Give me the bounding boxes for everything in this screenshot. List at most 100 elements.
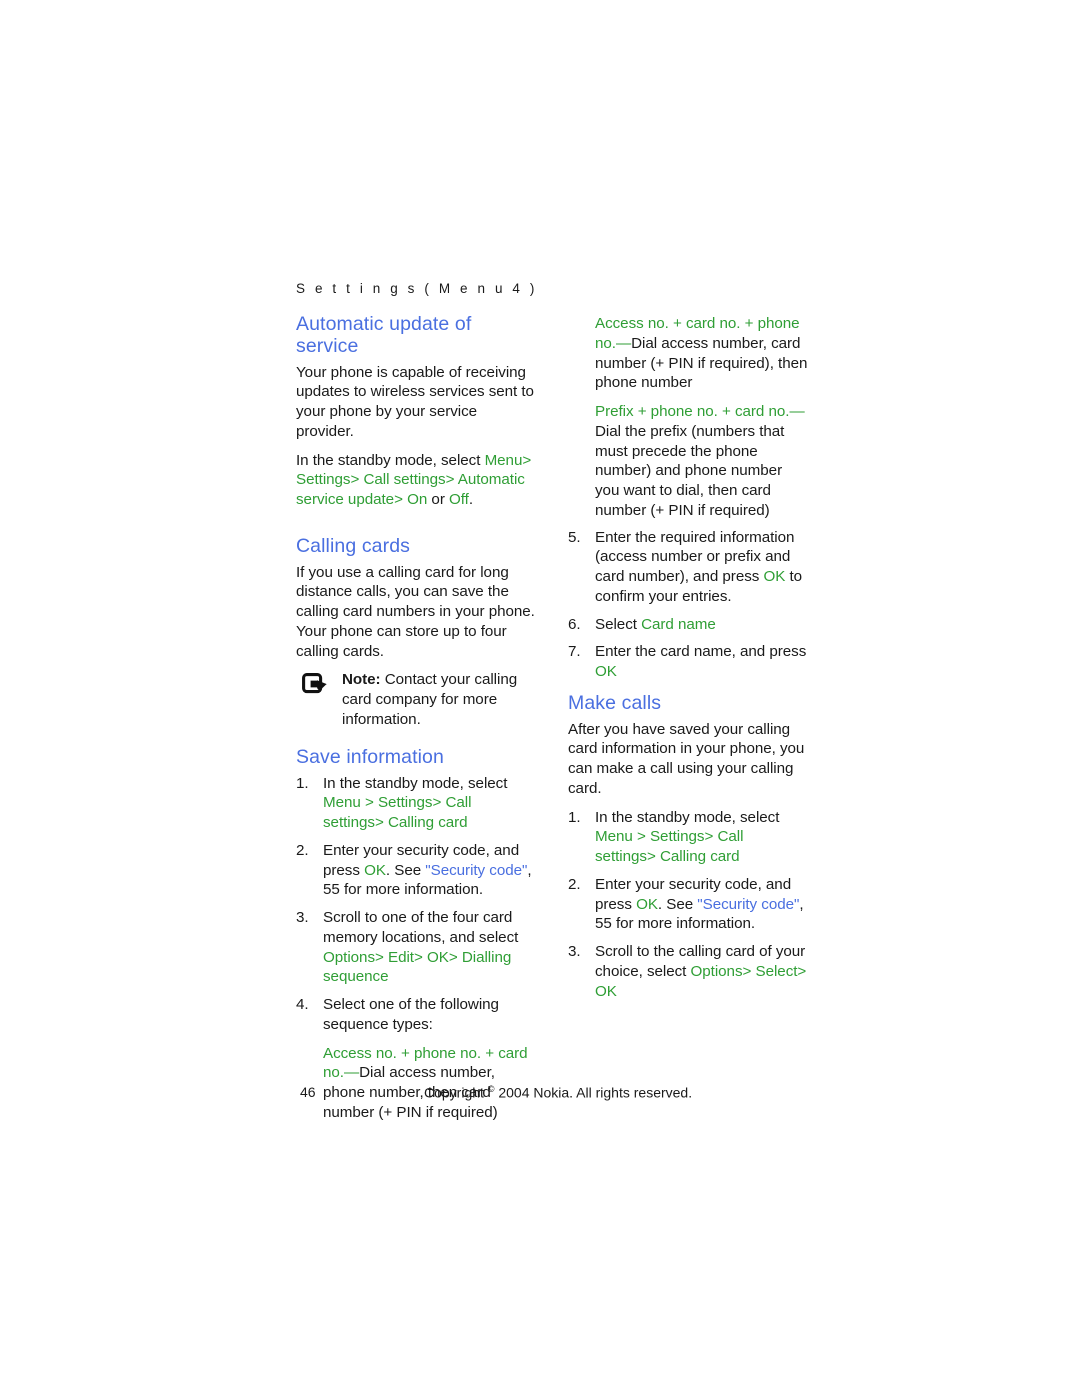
copyright-post-text: 2004 Nokia. All rights reserved. <box>494 1084 693 1101</box>
step-tail-text: for more information. <box>339 881 484 899</box>
ui-term-ok: OK <box>595 663 617 680</box>
list-item: 1. In the standby mode, select Menu > Set… <box>568 808 808 867</box>
heading-save-information: Save information <box>296 745 444 768</box>
heading-calling-cards: Calling cards <box>296 534 411 557</box>
step-number: 3. <box>568 943 581 961</box>
sequence-type-description: Prefix + phone no. + card no.—Dial the p… <box>595 402 808 521</box>
step-number: 5. <box>568 528 581 546</box>
ui-term-edit: Edit <box>388 948 414 966</box>
step-tail-text: for more information. <box>611 915 756 933</box>
step-number: 2. <box>296 841 309 859</box>
right-column: Access no. + card no. + phone no.—Dial a… <box>568 314 808 1001</box>
make-calls-step-list: 1. In the standby mode, select Menu > Set… <box>568 808 808 1002</box>
ui-term-menu: Menu <box>323 794 361 812</box>
sequence-type-description: Access no. + card no. + phone no.—Dial a… <box>595 314 808 393</box>
sequence-type-term: Prefix + phone no. + card no. <box>595 403 790 420</box>
step-number: 1. <box>296 774 309 792</box>
heading-automatic-update-of-service: Automatic update of service <box>296 313 472 357</box>
ui-term-calling-card: Calling card <box>387 814 468 832</box>
step-mid-text: . See <box>657 895 698 913</box>
ui-term-settings: Settings <box>649 828 705 846</box>
heading-make-calls: Make calls <box>568 691 662 714</box>
list-item: 7. Enter the card name, and press OK <box>568 642 808 682</box>
ui-term-menu: Menu <box>484 451 523 469</box>
document-page: S e t t i n g s ( M e n u 4 ) Automatic … <box>0 0 1080 1397</box>
path-separator: > <box>364 794 374 812</box>
note-arrow-icon <box>302 673 329 696</box>
path-separator: > <box>522 451 532 469</box>
ui-term-options: Options <box>323 948 375 966</box>
ui-term-options: Options <box>690 962 743 980</box>
note-block: Note: Contact your calling card company … <box>296 670 536 729</box>
ui-term-ok: OK <box>426 948 449 966</box>
save-information-step-list-continued: 5. Enter the required information (access… <box>568 528 808 682</box>
list-item: 2. Enter your security code, and press OK… <box>568 875 808 934</box>
sequence-types-block: Access no. + card no. + phone no.—Dial a… <box>568 314 808 521</box>
ui-term-on: On <box>407 491 428 509</box>
cross-reference-security-code[interactable]: "Security code" <box>425 862 527 879</box>
path-separator: > <box>413 948 423 966</box>
step-lead-text: In the standby mode, select <box>595 808 780 826</box>
footer-copyright: Copyright © 2004 Nokia. All rights reser… <box>424 1084 692 1101</box>
step-number: 3. <box>296 909 309 927</box>
ui-term-off: Off <box>449 491 469 509</box>
path-separator: > <box>374 814 384 832</box>
ui-term-ok: OK <box>636 895 658 913</box>
list-item: 6. Select Card name <box>568 615 808 635</box>
list-item: 2. Enter your security code, and press OK… <box>296 841 536 900</box>
step-lead-text: Select <box>595 615 642 633</box>
ui-term-ok: OK <box>763 568 786 585</box>
step-number: 7. <box>568 643 581 661</box>
save-information-step-list: 1. In the standby mode, select Menu > Set… <box>296 774 536 1123</box>
list-item: 3. Scroll to one of the four card memory … <box>296 908 536 987</box>
path-separator: > <box>742 962 752 980</box>
paragraph-calling-cards-intro: If you use a calling card for long dista… <box>296 563 535 660</box>
ui-term-call-settings: Call settings <box>363 471 446 489</box>
step-lead-text: Enter the card name, and press <box>595 643 807 661</box>
step-number: 4. <box>296 996 309 1014</box>
copyright-pre-text: Copyright <box>424 1084 488 1101</box>
note-label: Note: <box>342 671 381 689</box>
step-number: 6. <box>568 615 581 633</box>
cross-reference-security-code[interactable]: "Security code" <box>697 896 799 913</box>
list-item: 1. In the standby mode, select Menu > Set… <box>296 774 536 833</box>
path-lead-text: In the standby mode, select <box>296 451 485 469</box>
path-or-text: or <box>427 491 450 509</box>
path-separator: > <box>394 491 403 509</box>
path-separator: > <box>704 828 714 846</box>
ui-term-ok: OK <box>595 982 617 1000</box>
sequence-type-text: Dial the prefix (numbers that must prece… <box>595 422 785 519</box>
ui-term-settings: Settings <box>296 471 351 489</box>
sequence-type-dash: — <box>615 334 632 352</box>
ui-term-settings: Settings <box>377 794 433 812</box>
step-number: 1. <box>568 808 581 826</box>
list-item: 3. Scroll to the calling card of your cho… <box>568 942 808 1001</box>
path-separator: > <box>375 948 384 966</box>
sequence-type-dash: — <box>789 403 805 420</box>
step-lead-text: Scroll to one of the four card memory lo… <box>323 909 519 946</box>
list-item: 4. Select one of the following sequence t… <box>296 995 536 1123</box>
ui-term-menu: Menu <box>595 828 633 846</box>
step-number: 2. <box>568 875 581 893</box>
step-lead-text: In the standby mode, select <box>323 774 508 792</box>
sequence-type-dash: — <box>343 1064 360 1082</box>
ui-term-calling-card: Calling card <box>659 848 740 866</box>
running-header: S e t t i n g s ( M e n u 4 ) <box>296 281 538 296</box>
footer-page-number: 46 <box>300 1084 316 1100</box>
paragraph-make-calls-intro: After you have saved your calling card i… <box>568 720 805 797</box>
ui-term-select: Select <box>755 962 798 980</box>
ui-term-card-name: Card name <box>641 615 716 633</box>
paragraph-automatic-update-intro: Your phone is capable of receiving updat… <box>296 363 534 440</box>
path-separator: > <box>646 848 656 866</box>
step-mid-text: . See <box>385 861 426 879</box>
paragraph-automatic-update-path: In the standby mode, select Menu> Settin… <box>296 451 536 510</box>
list-item: 5. Enter the required information (access… <box>568 528 808 607</box>
path-separator: > <box>797 962 807 980</box>
ui-term-ok: OK <box>364 861 386 879</box>
path-separator: > <box>432 794 442 812</box>
path-separator: > <box>445 471 455 489</box>
path-period: . <box>468 491 474 509</box>
